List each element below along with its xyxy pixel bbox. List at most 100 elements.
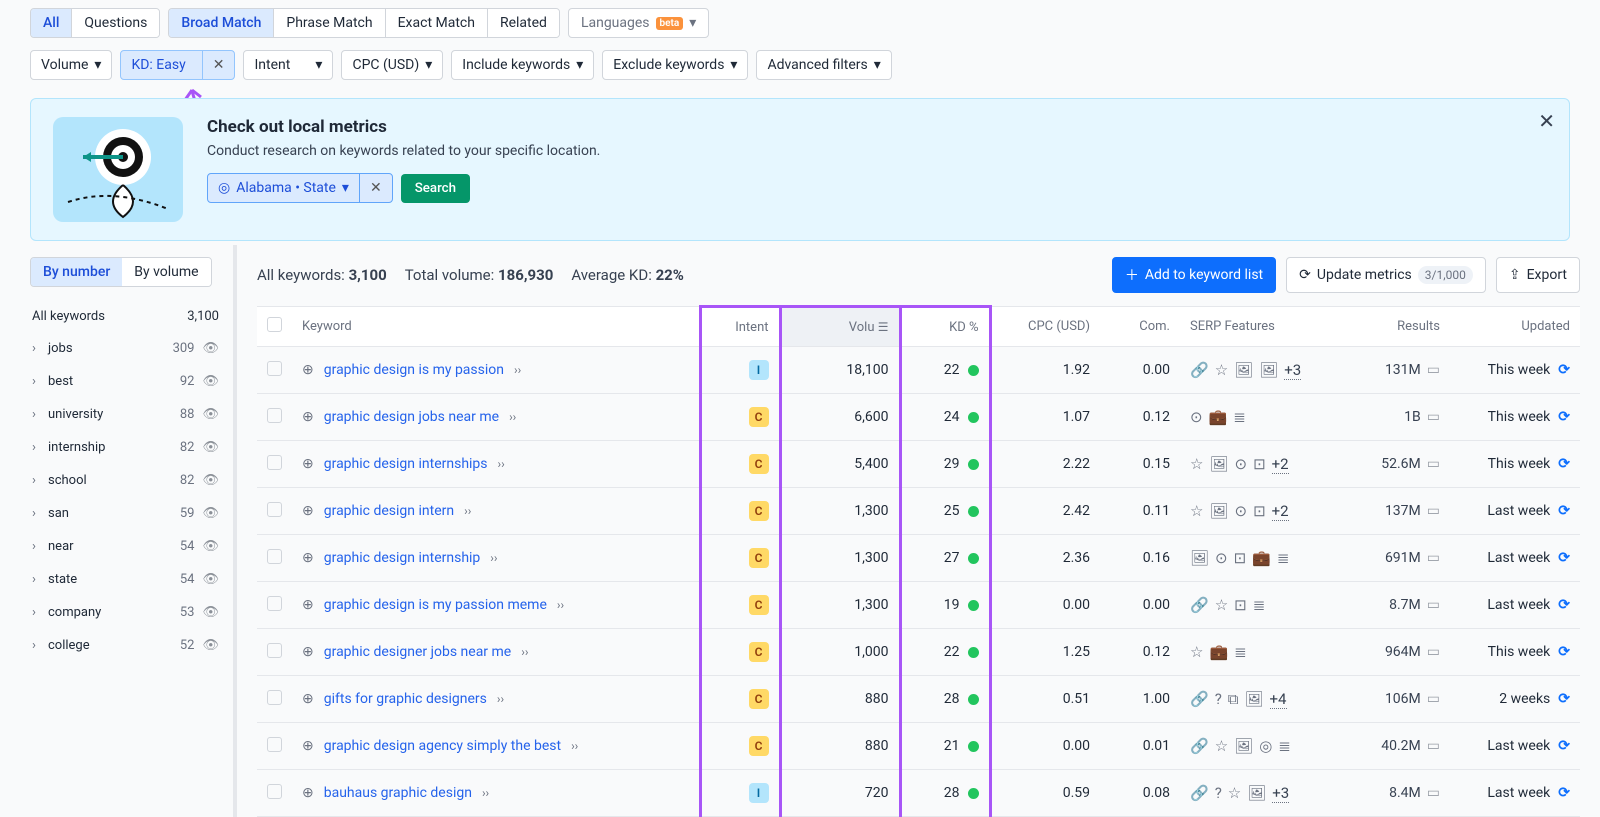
eye-icon[interactable]: 👁 (202, 506, 219, 521)
serp-snapshot-icon[interactable]: ▭ (1427, 503, 1440, 519)
filter-intent[interactable]: Intent▾ (243, 50, 333, 80)
keyword-link[interactable]: graphic design jobs near me (324, 409, 499, 425)
expand-icon[interactable]: ›› (498, 457, 505, 471)
add-keyword-icon[interactable]: ⊕ (302, 644, 314, 660)
sidebar-item-college[interactable]: ›college52👁 (30, 629, 233, 662)
eye-icon[interactable]: 👁 (202, 407, 219, 422)
expand-icon[interactable]: ›› (497, 692, 504, 706)
refresh-row-icon[interactable]: ⟳ (1558, 456, 1570, 472)
add-keyword-icon[interactable]: ⊕ (302, 550, 314, 566)
serp-snapshot-icon[interactable]: ▭ (1427, 785, 1440, 801)
select-all-checkbox[interactable] (267, 317, 282, 332)
sidebar-item-university[interactable]: ›university88👁 (30, 398, 233, 431)
eye-icon[interactable]: 👁 (202, 539, 219, 554)
sidebar-item-san[interactable]: ›san59👁 (30, 497, 233, 530)
tab-phrase-match[interactable]: Phrase Match (274, 9, 385, 37)
expand-icon[interactable]: ›› (571, 739, 578, 753)
sidebar-item-company[interactable]: ›company53👁 (30, 596, 233, 629)
expand-icon[interactable]: ›› (521, 645, 528, 659)
keyword-link[interactable]: graphic design internships (324, 456, 488, 472)
filter-volume[interactable]: Volume▾ (30, 50, 112, 80)
col-results[interactable]: Results (1330, 307, 1450, 347)
serp-snapshot-icon[interactable]: ▭ (1427, 362, 1440, 378)
refresh-row-icon[interactable]: ⟳ (1558, 503, 1570, 519)
refresh-row-icon[interactable]: ⟳ (1558, 738, 1570, 754)
keyword-link[interactable]: graphic design agency simply the best (324, 738, 561, 754)
refresh-row-icon[interactable]: ⟳ (1558, 550, 1570, 566)
refresh-row-icon[interactable]: ⟳ (1558, 597, 1570, 613)
eye-icon[interactable]: 👁 (202, 341, 219, 356)
add-keyword-icon[interactable]: ⊕ (302, 409, 314, 425)
keyword-link[interactable]: graphic designer jobs near me (324, 644, 512, 660)
expand-icon[interactable]: ›› (514, 363, 521, 377)
sidebar-item-state[interactable]: ›state54👁 (30, 563, 233, 596)
col-volume[interactable]: Volu ☰ (780, 307, 900, 347)
sidebar-item-best[interactable]: ›best92👁 (30, 365, 233, 398)
filter-kd-active[interactable]: KD: Easy ✕ (120, 50, 235, 80)
refresh-row-icon[interactable]: ⟳ (1558, 409, 1570, 425)
refresh-row-icon[interactable]: ⟳ (1558, 785, 1570, 801)
location-clear[interactable]: ✕ (359, 174, 392, 202)
serp-snapshot-icon[interactable]: ▭ (1427, 456, 1440, 472)
tab-all[interactable]: All (31, 9, 72, 37)
col-intent[interactable]: Intent (700, 307, 780, 347)
serp-more[interactable]: +3 (1272, 784, 1289, 803)
add-keyword-icon[interactable]: ⊕ (302, 738, 314, 754)
seg-by-number[interactable]: By number (31, 258, 122, 286)
sidebar-item-school[interactable]: ›school82👁 (30, 464, 233, 497)
col-keyword[interactable]: Keyword (292, 307, 700, 347)
serp-more[interactable]: +3 (1284, 361, 1301, 380)
row-checkbox[interactable] (267, 690, 282, 705)
expand-icon[interactable]: ›› (482, 786, 489, 800)
tab-related[interactable]: Related (488, 9, 559, 37)
row-checkbox[interactable] (267, 455, 282, 470)
keyword-link[interactable]: graphic design is my passion meme (324, 597, 547, 613)
row-checkbox[interactable] (267, 596, 282, 611)
row-checkbox[interactable] (267, 408, 282, 423)
refresh-row-icon[interactable]: ⟳ (1558, 691, 1570, 707)
serp-snapshot-icon[interactable]: ▭ (1427, 644, 1440, 660)
serp-more[interactable]: +2 (1272, 502, 1289, 521)
location-selector[interactable]: ◎ Alabama • State ▾ ✕ (207, 173, 393, 203)
filter-cpc[interactable]: CPC (USD)▾ (341, 50, 443, 80)
expand-icon[interactable]: ›› (490, 551, 497, 565)
sidebar-item-near[interactable]: ›near54👁 (30, 530, 233, 563)
export-button[interactable]: ⇪Export (1496, 257, 1580, 293)
eye-icon[interactable]: 👁 (202, 638, 219, 653)
keyword-link[interactable]: graphic design intern (324, 503, 454, 519)
serp-more[interactable]: +4 (1270, 690, 1287, 709)
add-to-keyword-list-button[interactable]: ＋Add to keyword list (1112, 257, 1276, 293)
keyword-link[interactable]: bauhaus graphic design (324, 785, 472, 801)
close-icon[interactable]: ✕ (1538, 109, 1555, 133)
update-metrics-button[interactable]: ⟳Update metrics3/1,000 (1286, 257, 1486, 293)
expand-icon[interactable]: ›› (464, 504, 471, 518)
filter-include[interactable]: Include keywords▾ (451, 50, 594, 80)
filter-advanced[interactable]: Advanced filters▾ (756, 50, 891, 80)
col-serp[interactable]: SERP Features (1180, 307, 1330, 347)
eye-icon[interactable]: 👁 (202, 440, 219, 455)
languages-dropdown[interactable]: Languages beta ▾ (568, 8, 709, 38)
add-keyword-icon[interactable]: ⊕ (302, 503, 314, 519)
keyword-link[interactable]: graphic design is my passion (324, 362, 504, 378)
row-checkbox[interactable] (267, 737, 282, 752)
serp-snapshot-icon[interactable]: ▭ (1427, 691, 1440, 707)
eye-icon[interactable]: 👁 (202, 374, 219, 389)
refresh-row-icon[interactable]: ⟳ (1558, 644, 1570, 660)
serp-more[interactable]: +2 (1272, 455, 1289, 474)
col-kd[interactable]: KD % (900, 307, 990, 347)
add-keyword-icon[interactable]: ⊕ (302, 456, 314, 472)
keyword-link[interactable]: gifts for graphic designers (324, 691, 487, 707)
add-keyword-icon[interactable]: ⊕ (302, 597, 314, 613)
serp-snapshot-icon[interactable]: ▭ (1427, 738, 1440, 754)
sidebar-item-jobs[interactable]: ›jobs309👁 (30, 332, 233, 365)
add-keyword-icon[interactable]: ⊕ (302, 362, 314, 378)
row-checkbox[interactable] (267, 643, 282, 658)
add-keyword-icon[interactable]: ⊕ (302, 691, 314, 707)
refresh-row-icon[interactable]: ⟳ (1558, 362, 1570, 378)
col-updated[interactable]: Updated (1450, 307, 1580, 347)
col-cpc[interactable]: CPC (USD) (990, 307, 1100, 347)
expand-icon[interactable]: ›› (557, 598, 564, 612)
row-checkbox[interactable] (267, 784, 282, 799)
tab-broad-match[interactable]: Broad Match (169, 9, 274, 37)
expand-icon[interactable]: ›› (509, 410, 516, 424)
